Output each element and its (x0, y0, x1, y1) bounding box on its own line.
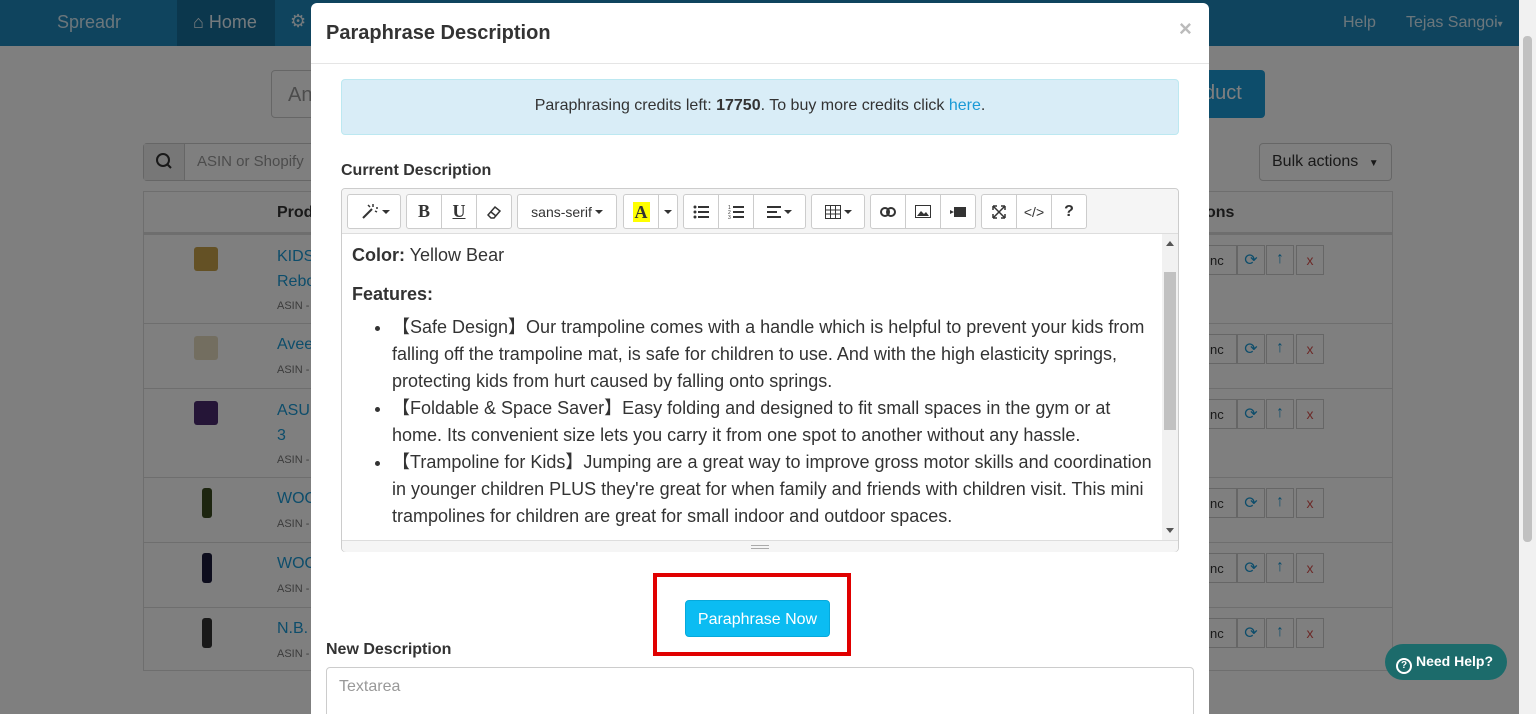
font-family-dropdown[interactable]: sans-serif (517, 194, 617, 229)
page-scrollbar-thumb[interactable] (1523, 36, 1532, 542)
scroll-up-icon[interactable] (1166, 241, 1174, 246)
image-icon (915, 205, 931, 218)
text-color-dropdown[interactable] (658, 194, 678, 229)
help-button[interactable]: ? (1051, 194, 1087, 229)
caret-down-icon (594, 209, 603, 214)
features-list: 【Safe Design】Our trampoline comes with a… (392, 314, 1152, 530)
editor-scrollbar-thumb[interactable] (1164, 272, 1176, 430)
caret-down-icon (843, 209, 852, 214)
color-letter: A (632, 201, 650, 222)
table-icon (824, 204, 841, 219)
insert-video-button[interactable] (940, 194, 976, 229)
video-icon (950, 206, 966, 217)
eraser-icon (487, 205, 501, 219)
caret-down-icon (664, 209, 672, 214)
credits-alert: Paraphrasing credits left: 17750. To buy… (341, 79, 1179, 135)
align-left-icon (767, 205, 781, 218)
color-label: Color: (352, 245, 405, 265)
credits-count: 17750 (716, 97, 761, 114)
credits-suffix: . (980, 97, 986, 114)
description-editor: B U sans-serif A 123 </> ? Color: Yellow… (341, 188, 1179, 552)
ordered-list-button[interactable]: 123 (718, 194, 754, 229)
paraphrase-modal: Paraphrase Description × Paraphrasing cr… (311, 3, 1209, 714)
clear-format-button[interactable] (476, 194, 512, 229)
feature-item: 【Foldable & Space Saver】Easy folding and… (392, 395, 1152, 449)
need-help-button[interactable]: ? Need Help? (1385, 644, 1507, 680)
editor-content[interactable]: Color: Yellow Bear Features: 【Safe Desig… (342, 234, 1162, 540)
need-help-label: Need Help? (1416, 653, 1494, 669)
insert-image-button[interactable] (905, 194, 941, 229)
editor-resize-handle[interactable] (342, 540, 1178, 552)
current-description-label: Current Description (341, 162, 492, 179)
credits-middle: . To buy more credits click (760, 97, 949, 114)
link-icon (880, 206, 896, 217)
resize-grip-icon (751, 545, 769, 549)
modal-title: Paraphrase Description (326, 22, 551, 44)
unordered-list-button[interactable] (683, 194, 719, 229)
code-view-button[interactable]: </> (1016, 194, 1052, 229)
editor-toolbar: B U sans-serif A 123 </> ? (342, 189, 1178, 234)
svg-text:3: 3 (728, 215, 731, 219)
feature-item: 【Trampoline for Kids】Jumping are a great… (392, 449, 1152, 530)
underline-button[interactable]: U (441, 194, 477, 229)
caret-down-icon (381, 209, 390, 214)
font-family-label: sans-serif (531, 203, 592, 220)
paragraph-align-dropdown[interactable] (753, 194, 806, 229)
bullet-list-icon (693, 205, 709, 218)
buy-credits-link[interactable]: here (949, 97, 981, 114)
fullscreen-button[interactable] (981, 194, 1017, 229)
close-icon[interactable]: × (1179, 16, 1192, 42)
insert-table-dropdown[interactable] (811, 194, 865, 229)
question-icon: ? (1396, 658, 1412, 674)
editor-scrollbar[interactable] (1162, 234, 1178, 540)
scroll-down-icon[interactable] (1166, 528, 1174, 533)
magic-style-button[interactable] (347, 194, 401, 229)
magic-wand-icon (361, 203, 378, 219)
numbered-list-icon: 123 (728, 205, 744, 219)
new-description-textarea[interactable] (326, 667, 1194, 714)
paraphrase-now-button[interactable]: Paraphrase Now (685, 600, 830, 637)
credits-prefix: Paraphrasing credits left: (534, 97, 717, 114)
caret-down-icon (784, 209, 792, 214)
page-scrollbar[interactable] (1519, 0, 1536, 714)
modal-header: Paraphrase Description × (311, 3, 1209, 64)
new-description-label: New Description (326, 641, 452, 658)
text-color-button[interactable]: A (623, 194, 659, 229)
bold-button[interactable]: B (406, 194, 442, 229)
color-value: Yellow Bear (405, 245, 505, 265)
features-label: Features: (352, 284, 434, 304)
feature-item: 【Safe Design】Our trampoline comes with a… (392, 314, 1152, 395)
fullscreen-icon (992, 204, 1006, 219)
features-heading: Features: (352, 281, 1152, 308)
insert-link-button[interactable] (870, 194, 906, 229)
color-line: Color: Yellow Bear (352, 242, 1152, 269)
